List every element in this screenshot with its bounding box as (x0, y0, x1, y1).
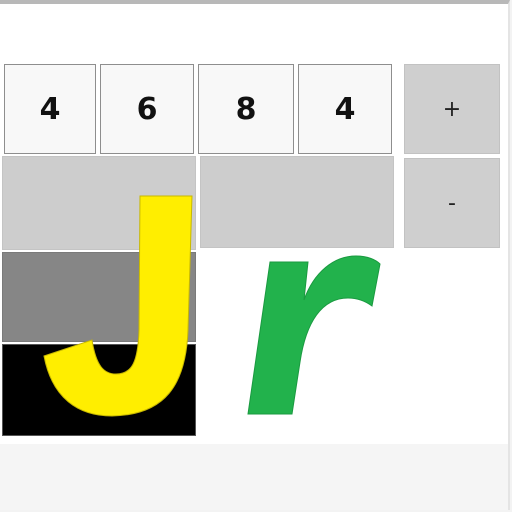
panel-black (2, 344, 196, 436)
app-window: 4 6 8 4 + - (0, 0, 510, 510)
decrement-button[interactable]: - (404, 158, 500, 248)
panel-gray (2, 252, 196, 342)
panel-light-left (2, 156, 196, 250)
digit-box-3[interactable]: 8 (198, 64, 294, 154)
digit-box-2[interactable]: 6 (100, 64, 194, 154)
panel-light-right (200, 156, 394, 248)
white-divider (396, 260, 440, 444)
increment-button[interactable]: + (404, 64, 500, 154)
digit-box-1[interactable]: 4 (4, 64, 96, 154)
footer-area (0, 444, 508, 510)
digit-box-4[interactable]: 4 (298, 64, 392, 154)
